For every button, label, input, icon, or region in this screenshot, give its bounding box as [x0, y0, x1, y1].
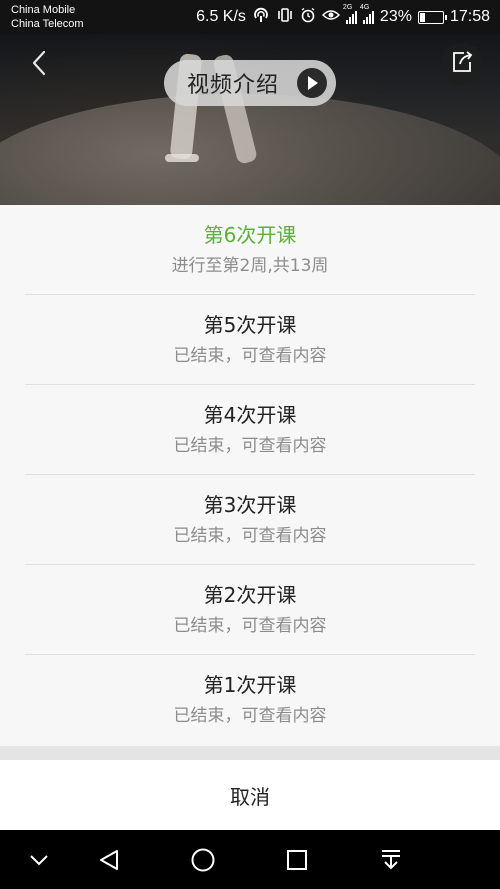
session-status: 已结束，可查看内容 [173, 706, 327, 726]
system-nav-bar [0, 830, 500, 889]
collapse-icon[interactable] [23, 844, 55, 876]
recents-square-icon[interactable] [281, 844, 313, 876]
carrier-2: China Telecom [11, 18, 84, 30]
battery-fill [419, 12, 425, 22]
cancel-label: 取消 [230, 784, 270, 809]
eye-comfort-icon [321, 8, 340, 27]
chevron-left-icon [31, 50, 47, 80]
play-icon [297, 68, 327, 98]
session-status: 已结束，可查看内容 [173, 615, 327, 636]
session-item-4[interactable]: 第4次开课 已结束，可查看内容 [25, 385, 475, 475]
vibrate-icon [276, 7, 294, 28]
signal-1-icon: 2G [343, 4, 357, 24]
network-type-2: 4G [359, 4, 370, 11]
hotspot-icon [252, 7, 270, 28]
signal-2-icon: 4G [360, 4, 374, 24]
carrier-1: China Mobile [11, 4, 76, 16]
clock: 17:58 [449, 8, 490, 25]
share-button[interactable] [441, 43, 483, 85]
status-indicators: 6.5 K/s 2G 4G 23% 17:58 [196, 0, 490, 34]
session-title: 第4次开课 [203, 402, 297, 427]
battery-icon [417, 10, 447, 24]
video-intro-label: 视频介绍 [187, 73, 280, 98]
network-type-1: 2G [342, 4, 353, 11]
video-intro-button[interactable]: 视频介绍 [164, 60, 336, 106]
session-title: 第5次开课 [203, 312, 297, 337]
battery-percent: 23% [379, 8, 412, 25]
video-header: 视频介绍 [0, 34, 500, 205]
carrier-info: China Mobile China Telecom [11, 3, 84, 31]
alarm-icon [300, 7, 316, 28]
cancel-button[interactable]: 取消 [0, 760, 500, 830]
session-status: 已结束，可查看内容 [173, 525, 327, 546]
home-circle-icon[interactable] [187, 844, 219, 876]
session-title: 第3次开课 [203, 492, 297, 517]
session-status: 进行至第2周,共13周 [171, 255, 329, 276]
session-title: 第2次开课 [203, 582, 297, 607]
notification-pull-icon[interactable] [375, 844, 407, 876]
back-button[interactable] [24, 48, 54, 82]
session-item-6[interactable]: 第6次开课 进行至第2周,共13周 [25, 205, 475, 295]
status-bar: China Mobile China Telecom 6.5 K/s 2G 4G… [0, 0, 500, 34]
network-speed: 6.5 K/s [196, 8, 246, 25]
sheet-divider [0, 746, 500, 760]
session-item-1[interactable]: 第1次开课 已结束，可查看内容 [25, 655, 475, 745]
session-sheet: 第6次开课 进行至第2周,共13周 第5次开课 已结束，可查看内容 第4次开课 … [0, 205, 500, 746]
session-item-2[interactable]: 第2次开课 已结束，可查看内容 [25, 565, 475, 655]
session-item-3[interactable]: 第3次开课 已结束，可查看内容 [25, 475, 475, 565]
session-status: 已结束，可查看内容 [173, 435, 327, 456]
back-triangle-icon[interactable] [93, 844, 125, 876]
session-title: 第6次开课 [203, 222, 297, 247]
session-item-5[interactable]: 第5次开课 已结束，可查看内容 [25, 295, 475, 385]
session-status: 已结束，可查看内容 [173, 345, 327, 366]
session-title: 第1次开课 [203, 673, 297, 697]
share-icon [450, 50, 474, 78]
